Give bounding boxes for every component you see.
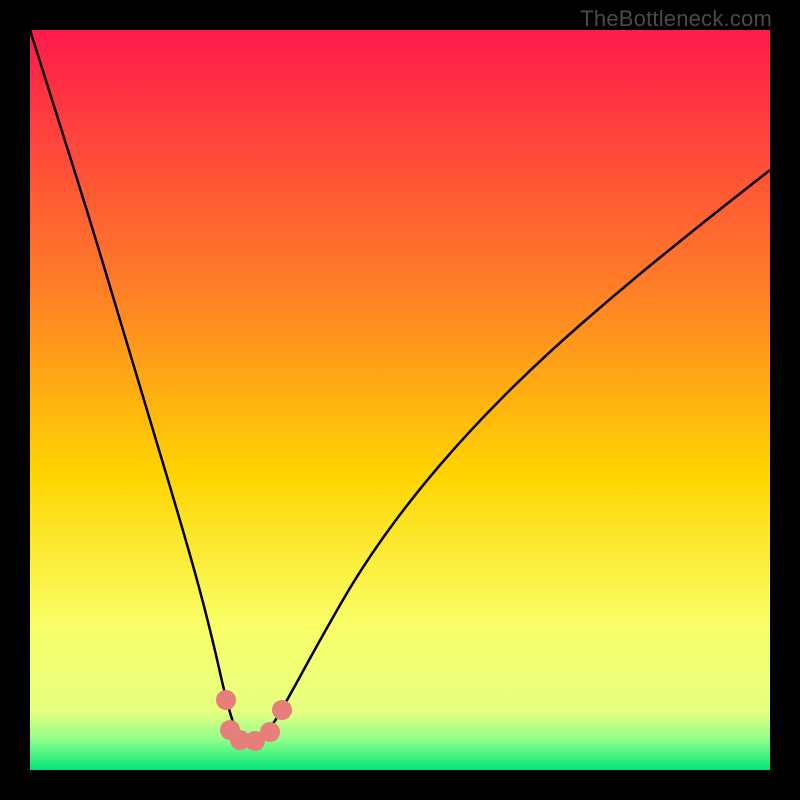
plot-area	[30, 30, 770, 770]
bottleneck-chart	[30, 30, 770, 770]
gradient-background	[30, 30, 770, 770]
marker-dot	[272, 700, 292, 720]
chart-frame: TheBottleneck.com	[0, 0, 800, 800]
marker-dot	[216, 690, 236, 710]
watermark-text: TheBottleneck.com	[580, 6, 772, 32]
marker-dot	[260, 722, 280, 742]
